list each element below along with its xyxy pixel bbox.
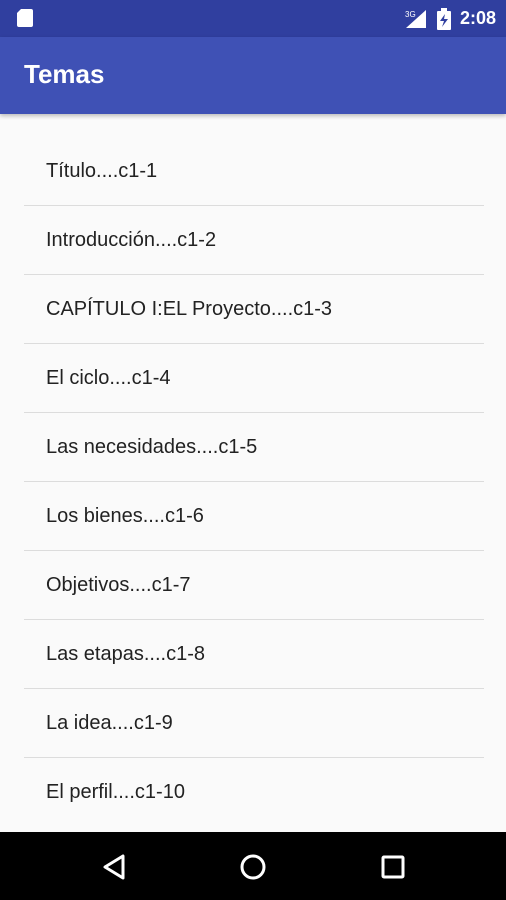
battery-charging-icon — [436, 7, 451, 30]
home-button[interactable] — [236, 850, 270, 884]
status-icons: 3G 2:08 — [404, 0, 496, 37]
app-bar: Temas — [0, 37, 506, 114]
page-title: Temas — [24, 59, 105, 89]
list-item[interactable]: Las etapas....c1-8 — [24, 620, 484, 689]
status-bar: 3G 2:08 — [0, 0, 506, 37]
list-item[interactable]: Objetivos....c1-7 — [24, 551, 484, 620]
list-item[interactable]: El perfil....c1-10 — [24, 758, 484, 827]
sd-card-icon — [16, 8, 34, 32]
status-time: 2:08 — [459, 8, 496, 28]
list-item[interactable]: Título....c1-1 — [24, 137, 484, 206]
list-item[interactable]: Introducción....c1-2 — [24, 206, 484, 275]
recents-icon — [381, 855, 405, 879]
list-item[interactable]: Las necesidades....c1-5 — [24, 413, 484, 482]
recents-button[interactable] — [376, 850, 410, 884]
list-item[interactable]: El ciclo....c1-4 — [24, 344, 484, 413]
topics-list: Título....c1-1 Introducción....c1-2 CAPÍ… — [24, 137, 484, 827]
back-button[interactable] — [98, 850, 132, 884]
list-item[interactable]: CAPÍTULO I:EL Proyecto....c1-3 — [24, 275, 484, 344]
navigation-bar — [0, 832, 506, 900]
home-icon — [240, 854, 266, 880]
network-label: 3G — [405, 10, 416, 19]
list-item[interactable]: La idea....c1-9 — [24, 689, 484, 758]
signal-icon: 3G — [405, 9, 426, 28]
back-icon — [103, 854, 125, 880]
list-item[interactable]: Los bienes....c1-6 — [24, 482, 484, 551]
